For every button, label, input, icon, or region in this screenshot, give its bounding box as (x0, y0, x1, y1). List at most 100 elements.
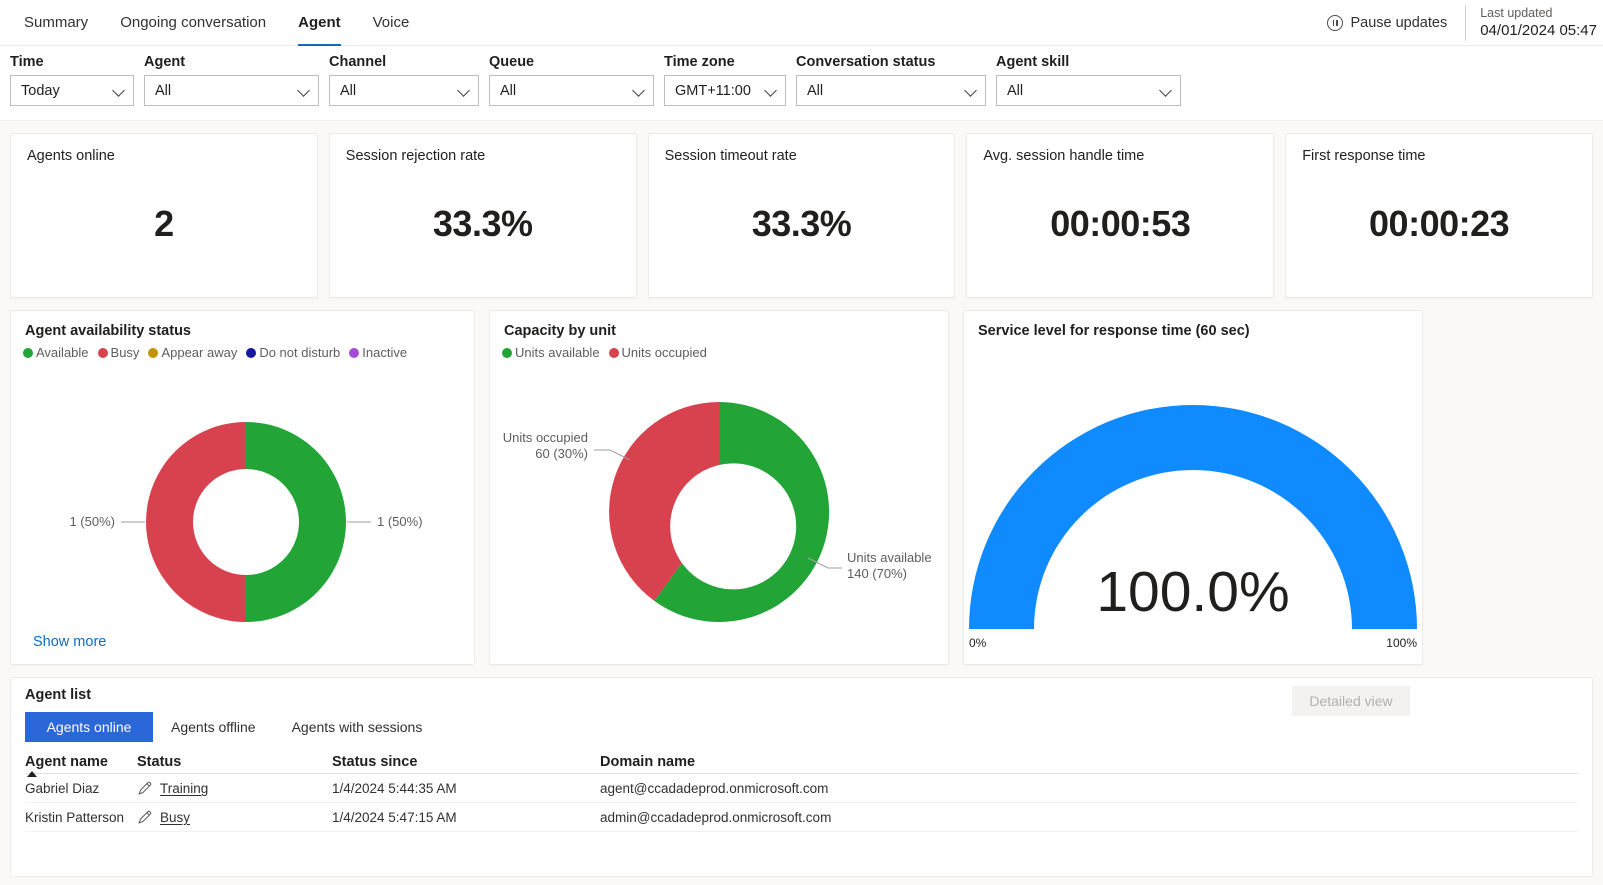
filter-timezone-dropdown[interactable]: GMT+11:00 (664, 75, 786, 106)
kpi-title: Avg. session handle time (983, 148, 1145, 164)
kpi-card-avg-session-handle-time: Avg. session handle time 00:00:53 (966, 133, 1275, 298)
legend-label: Units occupied (621, 345, 707, 360)
filter-time-dropdown[interactable]: Today (10, 75, 134, 106)
filter-conversation-status-dropdown[interactable]: All (796, 75, 986, 106)
last-updated-value: 04/01/2024 05:47 (1480, 22, 1597, 40)
kpi-card-session-timeout-rate: Session timeout rate 33.3% (647, 133, 956, 298)
chevron-down-icon (299, 85, 310, 96)
donut-slice-available[interactable] (246, 422, 346, 622)
donut-data-label-occupied-line2: 60 (30%) (535, 446, 588, 461)
legend-color-swatch (349, 347, 360, 358)
filter-agent: Agent All (144, 54, 319, 106)
legend-color-swatch (608, 347, 619, 358)
pivot-agents-online[interactable]: Agents online (25, 712, 153, 742)
tab-summary[interactable]: Summary (8, 0, 104, 46)
column-header-agent-name[interactable]: Agent name (25, 754, 137, 777)
kpi-row: Agents online 2 Session rejection rate 3… (0, 121, 1603, 298)
gauge-chart-service-level: 100.0% 0% 100% (969, 405, 1417, 650)
kpi-title: First response time (1302, 148, 1426, 164)
filter-queue-value: All (500, 82, 517, 99)
chart-card-agent-availability-status: Agent availability status Available Busy… (10, 310, 475, 665)
donut-slice-busy[interactable] (146, 422, 246, 622)
legend-item-appear-away[interactable]: Appear away (148, 345, 237, 360)
legend-item-busy[interactable]: Busy (97, 345, 139, 360)
kpi-value: 2 (154, 202, 174, 244)
tab-agent-label: Agent (298, 14, 341, 31)
tab-agent[interactable]: Agent (282, 0, 357, 46)
column-header-status-since[interactable]: Status since (332, 754, 600, 774)
filter-agent-dropdown[interactable]: All (144, 75, 319, 106)
pause-updates-button[interactable]: Pause updates (1327, 15, 1465, 31)
chevron-down-icon (766, 85, 777, 96)
tab-ongoing-conversation[interactable]: Ongoing conversation (104, 0, 282, 46)
edit-pencil-icon[interactable] (137, 781, 152, 796)
pivot-label: Agents with sessions (291, 719, 423, 735)
legend-item-available[interactable]: Available (23, 345, 89, 360)
edit-pencil-icon[interactable] (137, 810, 152, 825)
pivot-agents-offline[interactable]: Agents offline (153, 712, 274, 742)
filter-channel-label: Channel (329, 54, 387, 70)
table-header-row: Agent name Status Status since Domain na… (25, 754, 1578, 777)
filter-queue: Queue All (489, 54, 654, 106)
chevron-down-icon (634, 85, 645, 96)
filter-timezone-value: GMT+11:00 (675, 82, 751, 99)
column-header-label: Domain name (600, 754, 696, 770)
table-row[interactable]: Gabriel Diaz Training 1/4/2024 5:44:35 A… (25, 773, 1578, 803)
chart-title: Service level for response time (60 sec) (978, 323, 1250, 339)
kpi-title: Session rejection rate (345, 148, 486, 164)
legend-color-swatch (502, 347, 512, 358)
chevron-down-icon (1161, 85, 1172, 96)
kpi-title: Agents online (27, 148, 115, 164)
donut-slice-units-occupied[interactable] (609, 402, 719, 601)
status-value[interactable]: Busy (160, 810, 190, 825)
legend-item-units-available[interactable]: Units available (502, 345, 600, 360)
legend-item-do-not-disturb[interactable]: Do not disturb (246, 345, 340, 360)
filter-time-label: Time (10, 54, 44, 70)
show-more-link[interactable]: Show more (33, 634, 106, 650)
kpi-card-first-response-time: First response time 00:00:23 (1285, 133, 1593, 298)
filter-agent-skill-dropdown[interactable]: All (996, 75, 1181, 106)
donut-chart-capacity: Units occupied 60 (30%) Units available … (503, 401, 932, 622)
status-cell-content: Busy (137, 810, 332, 825)
header-right-actions: Pause updates Last updated 04/01/2024 05… (1327, 0, 1603, 46)
tab-voice[interactable]: Voice (357, 0, 426, 46)
legend-item-units-occupied[interactable]: Units occupied (608, 345, 707, 360)
donut-data-label-occupied-line1: Units occupied (503, 430, 588, 445)
status-value[interactable]: Training (160, 781, 208, 796)
kpi-value: 33.3% (432, 202, 533, 244)
cell-domain-name: admin@ccadadeprod.onmicrosoft.com (600, 802, 1578, 832)
filter-agent-label: Agent (144, 54, 186, 70)
pivot-agents-with-sessions[interactable]: Agents with sessions (274, 712, 441, 742)
sort-ascending-icon (27, 771, 37, 777)
column-header-domain-name[interactable]: Domain name (600, 754, 1578, 774)
legend-label: Do not disturb (259, 345, 341, 360)
column-header-status[interactable]: Status (137, 754, 332, 774)
cell-status: Training (137, 773, 332, 803)
filter-queue-dropdown[interactable]: All (489, 75, 654, 106)
chevron-down-icon (966, 85, 977, 96)
chart-card-capacity-by-unit: Capacity by unit Units available Units o… (489, 310, 949, 665)
chart-card-service-level: Service level for response time (60 sec)… (963, 310, 1423, 665)
filter-agent-skill: Agent skill All (996, 54, 1181, 106)
filter-agent-skill-label: Agent skill (996, 54, 1070, 70)
filter-time: Time Today (10, 54, 134, 106)
table-row[interactable]: Kristin Patterson Busy 1/4/2024 5:47:15 … (25, 802, 1578, 832)
filter-channel-dropdown[interactable]: All (329, 75, 479, 106)
cell-domain-name: agent@ccadadeprod.onmicrosoft.com (600, 773, 1578, 803)
detailed-view-button[interactable]: Detailed view (1292, 686, 1410, 716)
donut-data-label-right: 1 (50%) (377, 514, 423, 529)
legend-label: Appear away (161, 345, 238, 360)
kpi-card-session-rejection-rate: Session rejection rate 33.3% (328, 133, 637, 298)
legend-label: Inactive (362, 345, 408, 360)
legend-color-swatch (97, 347, 108, 358)
legend-item-inactive[interactable]: Inactive (349, 345, 407, 360)
agent-list-pivots: Agents online Agents offline Agents with… (25, 712, 1578, 742)
legend-label: Units available (515, 345, 600, 360)
column-header-label: Status since (332, 754, 418, 770)
chevron-down-icon (114, 85, 125, 96)
chart-legend: Units available Units occupied (490, 339, 948, 360)
filter-queue-label: Queue (489, 54, 535, 70)
chart-title: Agent availability status (25, 323, 191, 339)
pause-circle-icon (1327, 15, 1344, 31)
tab-voice-label: Voice (372, 14, 410, 31)
